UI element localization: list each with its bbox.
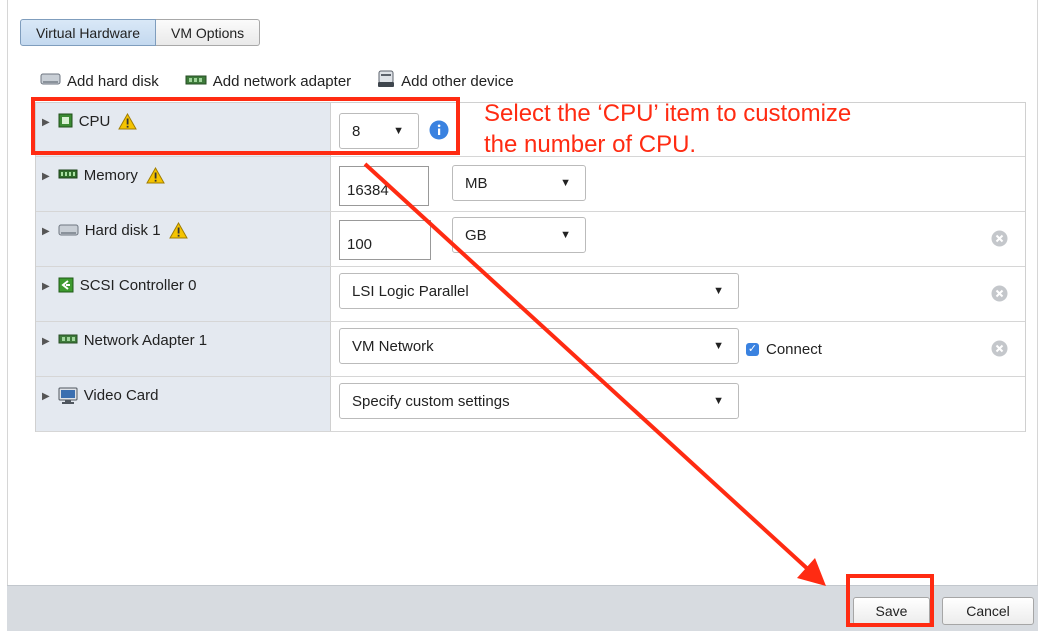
annotation-arrow [363,162,826,586]
